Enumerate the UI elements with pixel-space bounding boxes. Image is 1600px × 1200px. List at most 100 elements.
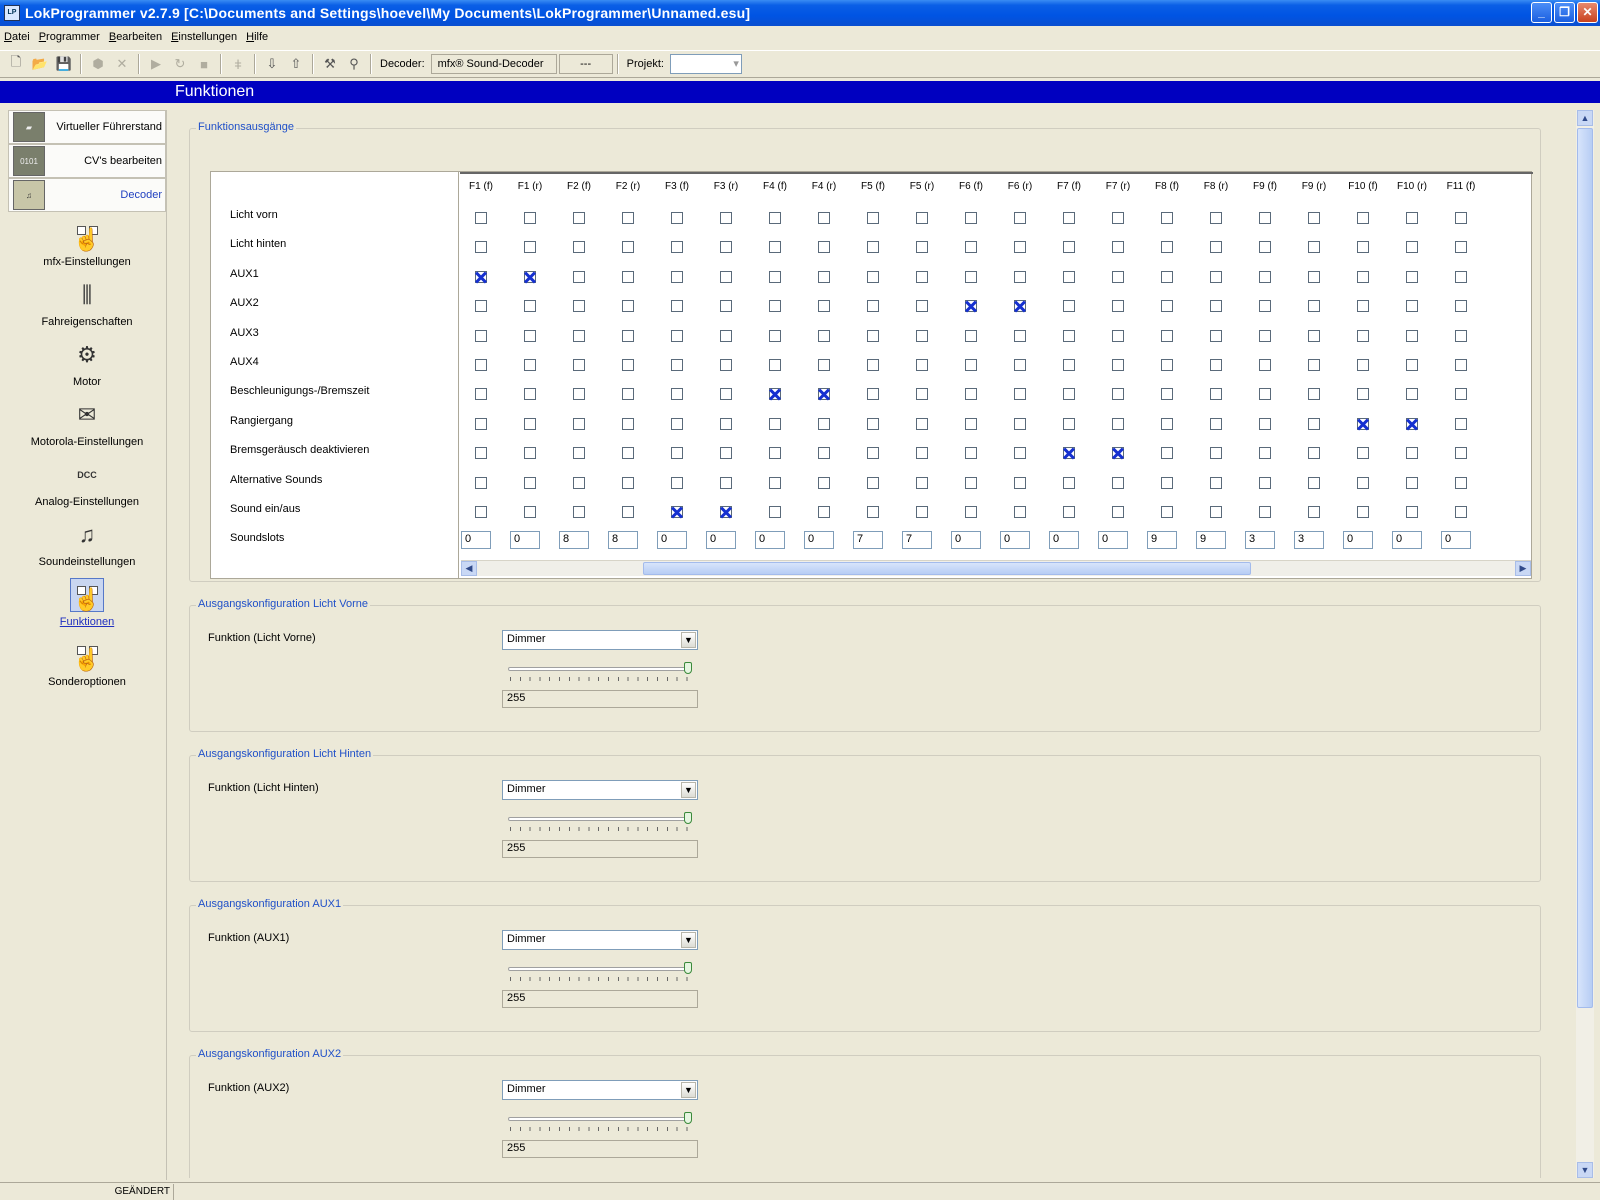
mapping-checkbox[interactable]: [1308, 359, 1320, 371]
soundslot-input[interactable]: 8: [559, 531, 589, 550]
mapping-checkbox[interactable]: [1357, 447, 1369, 460]
slider-knob[interactable]: [684, 662, 692, 674]
mapping-checkbox[interactable]: [916, 212, 928, 224]
mapping-checkbox[interactable]: [1210, 506, 1222, 518]
soundslot-input[interactable]: 0: [951, 531, 981, 550]
mapping-checkbox[interactable]: [769, 241, 781, 254]
mapping-checkbox[interactable]: [1455, 359, 1467, 371]
mapping-checkbox[interactable]: [475, 417, 487, 430]
mapping-checkbox[interactable]: [769, 270, 781, 283]
mapping-checkbox[interactable]: [1210, 241, 1222, 254]
mapping-checkbox[interactable]: [671, 359, 683, 371]
soundslot-input[interactable]: 9: [1147, 531, 1177, 550]
mapping-checkbox[interactable]: [1161, 506, 1173, 518]
mapping-checkbox[interactable]: [573, 506, 585, 518]
mapping-checkbox[interactable]: [818, 300, 830, 313]
mapping-checkbox[interactable]: [1455, 329, 1467, 342]
mapping-checkbox[interactable]: [475, 506, 487, 518]
mapping-checkbox[interactable]: [1014, 447, 1026, 460]
menu-programmer[interactable]: Programmer: [39, 31, 100, 43]
mapping-checkbox[interactable]: [916, 447, 928, 460]
read-decoder-icon[interactable]: ⇩: [262, 54, 282, 74]
sidebar-item-motor[interactable]: ⚙ Motor: [8, 332, 166, 392]
mapping-checkbox[interactable]: [965, 506, 977, 518]
mapping-checkbox[interactable]: [1455, 476, 1467, 489]
mapping-checkbox[interactable]: [720, 506, 732, 518]
mapping-checkbox[interactable]: [1063, 506, 1075, 518]
mapping-checkbox[interactable]: [1406, 476, 1418, 489]
soundslot-input[interactable]: 3: [1294, 531, 1324, 550]
scroll-thumb[interactable]: [1577, 128, 1593, 1008]
mapping-checkbox[interactable]: [524, 241, 536, 254]
slider-knob[interactable]: [684, 812, 692, 824]
mapping-checkbox[interactable]: [622, 212, 634, 224]
mapping-checkbox[interactable]: [1063, 329, 1075, 342]
mapping-checkbox[interactable]: [916, 270, 928, 283]
sidebar-item-analog-einstellungen[interactable]: DCC Analog-Einstellungen: [8, 452, 166, 512]
mapping-checkbox[interactable]: [1357, 417, 1369, 430]
mapping-checkbox[interactable]: [1308, 506, 1320, 518]
sidebar-item-mfx-einstellungen[interactable]: ☝ mfx-Einstellungen: [8, 212, 166, 272]
mapping-checkbox[interactable]: [916, 300, 928, 313]
mapping-checkbox[interactable]: [769, 300, 781, 313]
mapping-checkbox[interactable]: [720, 329, 732, 342]
mapping-checkbox[interactable]: [720, 359, 732, 371]
mapping-checkbox[interactable]: [671, 212, 683, 224]
function-mode-select[interactable]: Dimmer ▼: [502, 780, 698, 800]
mapping-checkbox[interactable]: [1014, 388, 1026, 401]
mapping-checkbox[interactable]: [867, 329, 879, 342]
mapping-checkbox[interactable]: [867, 359, 879, 371]
mapping-checkbox[interactable]: [1210, 417, 1222, 430]
mapping-checkbox[interactable]: [965, 270, 977, 283]
mapping-checkbox[interactable]: [524, 270, 536, 283]
scroll-thumb[interactable]: [643, 562, 1251, 575]
mapping-checkbox[interactable]: [622, 241, 634, 254]
mapping-checkbox[interactable]: [671, 241, 683, 254]
sidebar-item-cvs-bearbeiten[interactable]: 0101 CV's bearbeiten: [8, 144, 166, 178]
mapping-checkbox[interactable]: [1014, 241, 1026, 254]
mapping-checkbox[interactable]: [622, 506, 634, 518]
chevron-down-icon[interactable]: ▼: [681, 1082, 696, 1098]
mapping-checkbox[interactable]: [622, 476, 634, 489]
mapping-checkbox[interactable]: [965, 388, 977, 401]
close-icon[interactable]: ✕: [1577, 2, 1598, 23]
mapping-checkbox[interactable]: [1063, 417, 1075, 430]
mapping-checkbox[interactable]: [1014, 476, 1026, 489]
mapping-checkbox[interactable]: [1112, 476, 1124, 489]
mapping-checkbox[interactable]: [524, 329, 536, 342]
mapping-checkbox[interactable]: [720, 300, 732, 313]
mapping-checkbox[interactable]: [1112, 417, 1124, 430]
mapping-checkbox[interactable]: [622, 447, 634, 460]
mapping-checkbox[interactable]: [818, 506, 830, 518]
soundslot-input[interactable]: 3: [1245, 531, 1275, 550]
mapping-checkbox[interactable]: [867, 417, 879, 430]
mapping-checkbox[interactable]: [1014, 270, 1026, 283]
mapping-checkbox[interactable]: [1112, 270, 1124, 283]
soundslot-input[interactable]: 9: [1196, 531, 1226, 550]
mapping-checkbox[interactable]: [475, 476, 487, 489]
mapping-checkbox[interactable]: [965, 241, 977, 254]
mapping-checkbox[interactable]: [1308, 300, 1320, 313]
mapping-checkbox[interactable]: [475, 329, 487, 342]
mapping-checkbox[interactable]: [916, 329, 928, 342]
sidebar-item-funktionen[interactable]: ☝ Funktionen: [8, 572, 166, 632]
mapping-checkbox[interactable]: [622, 270, 634, 283]
mapping-checkbox[interactable]: [1112, 329, 1124, 342]
chevron-down-icon[interactable]: ▼: [681, 632, 696, 648]
mapping-checkbox[interactable]: [1259, 506, 1271, 518]
mapping-checkbox[interactable]: [1455, 212, 1467, 224]
mapping-checkbox[interactable]: [916, 476, 928, 489]
mapping-checkbox[interactable]: [622, 359, 634, 371]
mapping-checkbox[interactable]: [1308, 417, 1320, 430]
mapping-checkbox[interactable]: [573, 359, 585, 371]
mapping-checkbox[interactable]: [573, 212, 585, 224]
mapping-checkbox[interactable]: [1210, 212, 1222, 224]
mapping-checkbox[interactable]: [1112, 241, 1124, 254]
search-icon[interactable]: ⚲: [344, 54, 364, 74]
mapping-checkbox[interactable]: [1357, 300, 1369, 313]
mapping-checkbox[interactable]: [573, 300, 585, 313]
mapping-checkbox[interactable]: [1161, 447, 1173, 460]
mapping-checkbox[interactable]: [671, 506, 683, 518]
mapping-checkbox[interactable]: [524, 300, 536, 313]
mapping-checkbox[interactable]: [1357, 270, 1369, 283]
